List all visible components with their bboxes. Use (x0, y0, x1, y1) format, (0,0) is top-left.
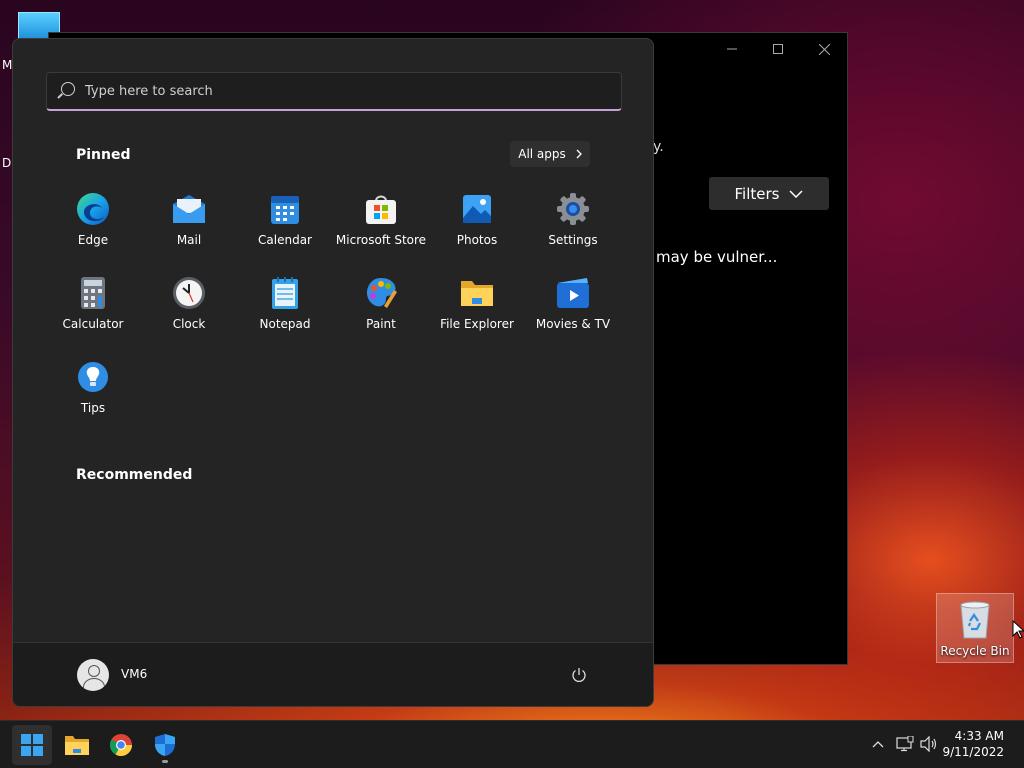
calendar-icon (267, 191, 303, 227)
network-icon (896, 736, 914, 752)
pinned-app-microsoft-store[interactable]: Microsoft Store (333, 187, 429, 257)
recycle-bin-icon (958, 599, 992, 639)
chevron-down-icon (789, 189, 804, 198)
close-icon (818, 43, 830, 55)
gear-icon (555, 191, 591, 227)
app-label: Notepad (259, 317, 311, 331)
file-explorer-icon (65, 736, 89, 755)
maximize-icon (773, 44, 783, 54)
search-placeholder: Type here to search (85, 83, 213, 99)
running-indicator (162, 760, 168, 763)
maximize-button[interactable] (755, 33, 801, 65)
pinned-app-settings[interactable]: Settings (525, 187, 621, 257)
app-label: Mail (176, 233, 202, 247)
avatar[interactable] (77, 659, 109, 691)
pinned-app-calendar[interactable]: Calendar (237, 187, 333, 257)
pinned-app-notepad[interactable]: Notepad (237, 271, 333, 341)
pinned-app-tips[interactable]: Tips (45, 355, 141, 425)
pinned-heading: Pinned (76, 147, 131, 163)
app-label: Tips (80, 401, 106, 415)
app-label: File Explorer (440, 317, 514, 331)
chevron-up-icon (872, 741, 884, 748)
start-icon (21, 734, 43, 756)
pinned-app-file-explorer[interactable]: File Explorer (429, 271, 525, 341)
taskbar-file-explorer[interactable] (57, 725, 97, 765)
pinned-app-paint[interactable]: Paint (333, 271, 429, 341)
search-input[interactable]: Type here to search (46, 72, 622, 111)
app-label: Photos (456, 233, 498, 247)
window-text-fragment: y. (653, 139, 664, 155)
app-label: Calendar (258, 233, 312, 247)
all-apps-button[interactable]: All apps (510, 141, 590, 167)
recycle-bin-label: Recycle Bin (940, 644, 1010, 658)
pinned-apps-grid: Edge Mail Calendar Microsoft Store Photo… (45, 187, 621, 425)
chrome-icon (110, 734, 132, 756)
app-label: Edge (77, 233, 109, 247)
app-label: Paint (366, 317, 396, 331)
pinned-app-photos[interactable]: Photos (429, 187, 525, 257)
taskbar-windows-security[interactable] (145, 725, 185, 765)
volume-button[interactable] (918, 733, 940, 755)
app-label: Movies & TV (535, 317, 611, 331)
app-label: Settings (548, 233, 598, 247)
pinned-app-clock[interactable]: Clock (141, 271, 237, 341)
clock-time: 4:33 AM (954, 729, 1004, 743)
app-label: Microsoft Store (335, 233, 427, 247)
movies-icon (555, 275, 591, 311)
vulnerability-notice[interactable]: may be vulner... (656, 248, 777, 266)
start-menu: Type here to search Pinned All apps Edge… (12, 38, 654, 707)
windows-security-icon (155, 734, 175, 756)
chevron-right-icon (576, 149, 582, 159)
store-icon (363, 191, 399, 227)
app-label: Clock (172, 317, 206, 331)
filters-label: Filters (734, 184, 780, 203)
power-icon (572, 668, 586, 682)
pinned-app-movies-tv[interactable]: Movies & TV (525, 271, 621, 341)
photos-icon (459, 191, 495, 227)
folder-icon (459, 275, 495, 311)
pinned-app-mail[interactable]: Mail (141, 187, 237, 257)
taskbar-chrome[interactable] (101, 725, 141, 765)
search-icon (61, 82, 75, 96)
recycle-bin[interactable]: Recycle Bin (936, 593, 1014, 663)
mouse-cursor-icon (1012, 620, 1024, 639)
notepad-icon (267, 275, 303, 311)
lightbulb-icon (75, 359, 111, 395)
clock-icon (171, 275, 207, 311)
show-hidden-icons-button[interactable] (867, 733, 889, 755)
edge-icon (75, 191, 111, 227)
filters-button[interactable]: Filters (709, 177, 829, 210)
close-button[interactable] (801, 33, 847, 65)
start-menu-footer: VM6 (13, 642, 653, 706)
volume-icon (920, 736, 937, 752)
clock[interactable]: 4:33 AM 9/11/2022 (942, 728, 1004, 760)
desktop-label-fragment: M (2, 58, 13, 72)
minimize-icon (727, 48, 737, 50)
calculator-icon (75, 275, 111, 311)
minimize-button[interactable] (709, 33, 755, 65)
start-button[interactable] (12, 725, 52, 765)
pinned-app-edge[interactable]: Edge (45, 187, 141, 257)
app-label: Calculator (62, 317, 124, 331)
network-button[interactable] (894, 733, 916, 755)
clock-date: 9/11/2022 (942, 745, 1004, 759)
user-name[interactable]: VM6 (121, 667, 147, 681)
recommended-heading: Recommended (76, 467, 193, 483)
mail-icon (171, 191, 207, 227)
pinned-app-calculator[interactable]: Calculator (45, 271, 141, 341)
paint-icon (363, 275, 399, 311)
power-button[interactable] (569, 665, 589, 685)
taskbar: 4:33 AM 9/11/2022 (0, 720, 1024, 768)
all-apps-label: All apps (518, 147, 566, 161)
window-titlebar-controls (709, 33, 847, 65)
